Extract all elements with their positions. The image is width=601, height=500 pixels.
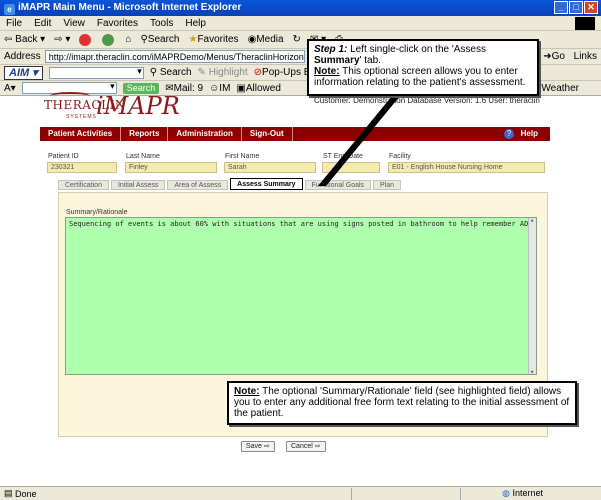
internet-zone: ◍ Internet xyxy=(502,488,543,498)
status-dividers xyxy=(351,488,461,500)
summary-note-text: The optional 'Summary/Rationale' field (… xyxy=(234,386,570,419)
step1-bold: Summary xyxy=(314,55,360,66)
step1-prefix: Step 1: xyxy=(314,44,348,55)
summary-note-callout: Note: The optional 'Summary/Rationale' f… xyxy=(227,381,577,425)
page-icon: ▤ xyxy=(4,488,13,498)
status-text: Done xyxy=(15,488,37,499)
status-bar: ▤ Done ◍ Internet xyxy=(0,486,601,500)
globe-icon: ◍ xyxy=(502,488,510,498)
step1-note-text: This optional screen allows you to enter… xyxy=(314,66,526,88)
step1-text-b: ' tab. xyxy=(359,55,381,66)
step1-text-a: Left single-click on the 'Assess xyxy=(347,44,486,55)
step1-callout: Step 1: Left single-click on the 'Assess… xyxy=(307,39,539,96)
callout-pointer-line xyxy=(318,96,400,186)
summary-note-label: Note: xyxy=(234,386,260,397)
step1-note-label: Note: xyxy=(314,66,340,77)
